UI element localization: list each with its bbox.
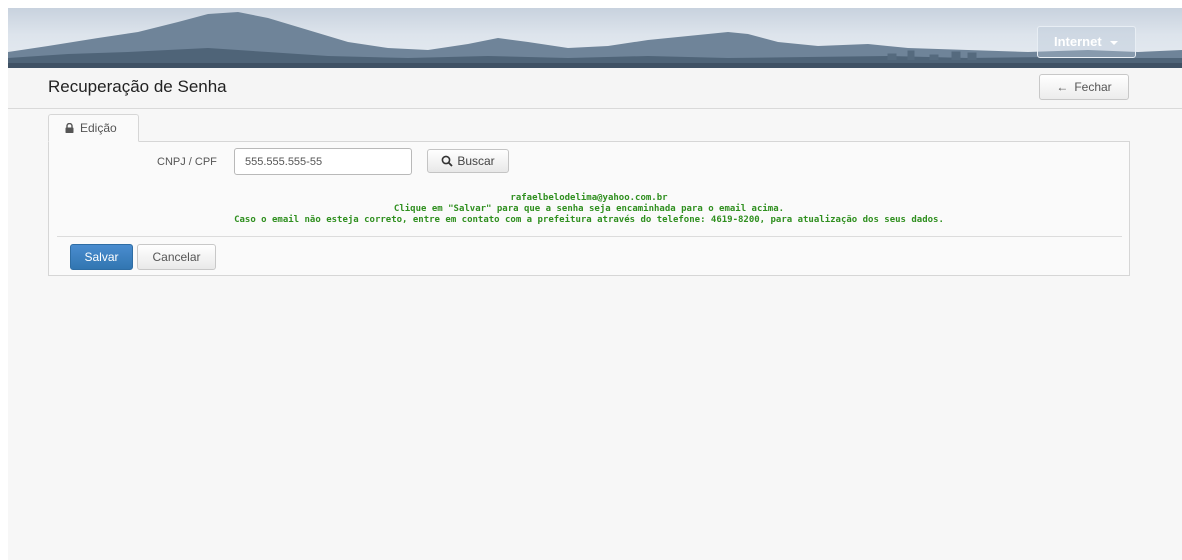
lock-icon [65, 116, 74, 142]
divider [57, 236, 1122, 237]
cancel-button[interactable]: Cancelar [137, 244, 216, 270]
recovery-email: rafaelbelodelima@yahoo.com.br [510, 193, 668, 203]
document-input[interactable] [234, 148, 412, 175]
save-button[interactable]: Salvar [70, 244, 133, 270]
network-dropdown-label: Internet [1054, 34, 1102, 49]
close-button-label: Fechar [1074, 80, 1112, 94]
header-banner: Internet [8, 8, 1182, 68]
document-label: CNPJ / CPF [157, 156, 217, 168]
network-dropdown-button[interactable]: Internet [1037, 26, 1136, 58]
caret-down-icon [1109, 40, 1118, 45]
recovery-message: rafaelbelodelima@yahoo.com.br Clique em … [49, 193, 1129, 226]
landscape-banner-image [8, 12, 1182, 68]
close-button[interactable]: ← Fechar [1039, 74, 1129, 100]
search-icon [441, 152, 453, 174]
recovery-contact-info: Caso o email não esteja correto, entre e… [234, 215, 944, 225]
tab-edicao[interactable]: Edição [48, 114, 139, 142]
page-title: Recuperação de Senha [48, 77, 227, 96]
arrow-left-icon: ← [1056, 80, 1069, 94]
tab-label: Edição [80, 121, 117, 135]
edit-panel: CNPJ / CPF Buscar rafaelbelodelima@yahoo… [48, 141, 1130, 276]
recovery-instruction: Clique em "Salvar" para que a senha seja… [393, 204, 785, 214]
search-button-label: Buscar [457, 154, 495, 168]
search-button[interactable]: Buscar [427, 149, 509, 173]
title-bar: Recuperação de Senha ← Fechar [8, 68, 1182, 109]
